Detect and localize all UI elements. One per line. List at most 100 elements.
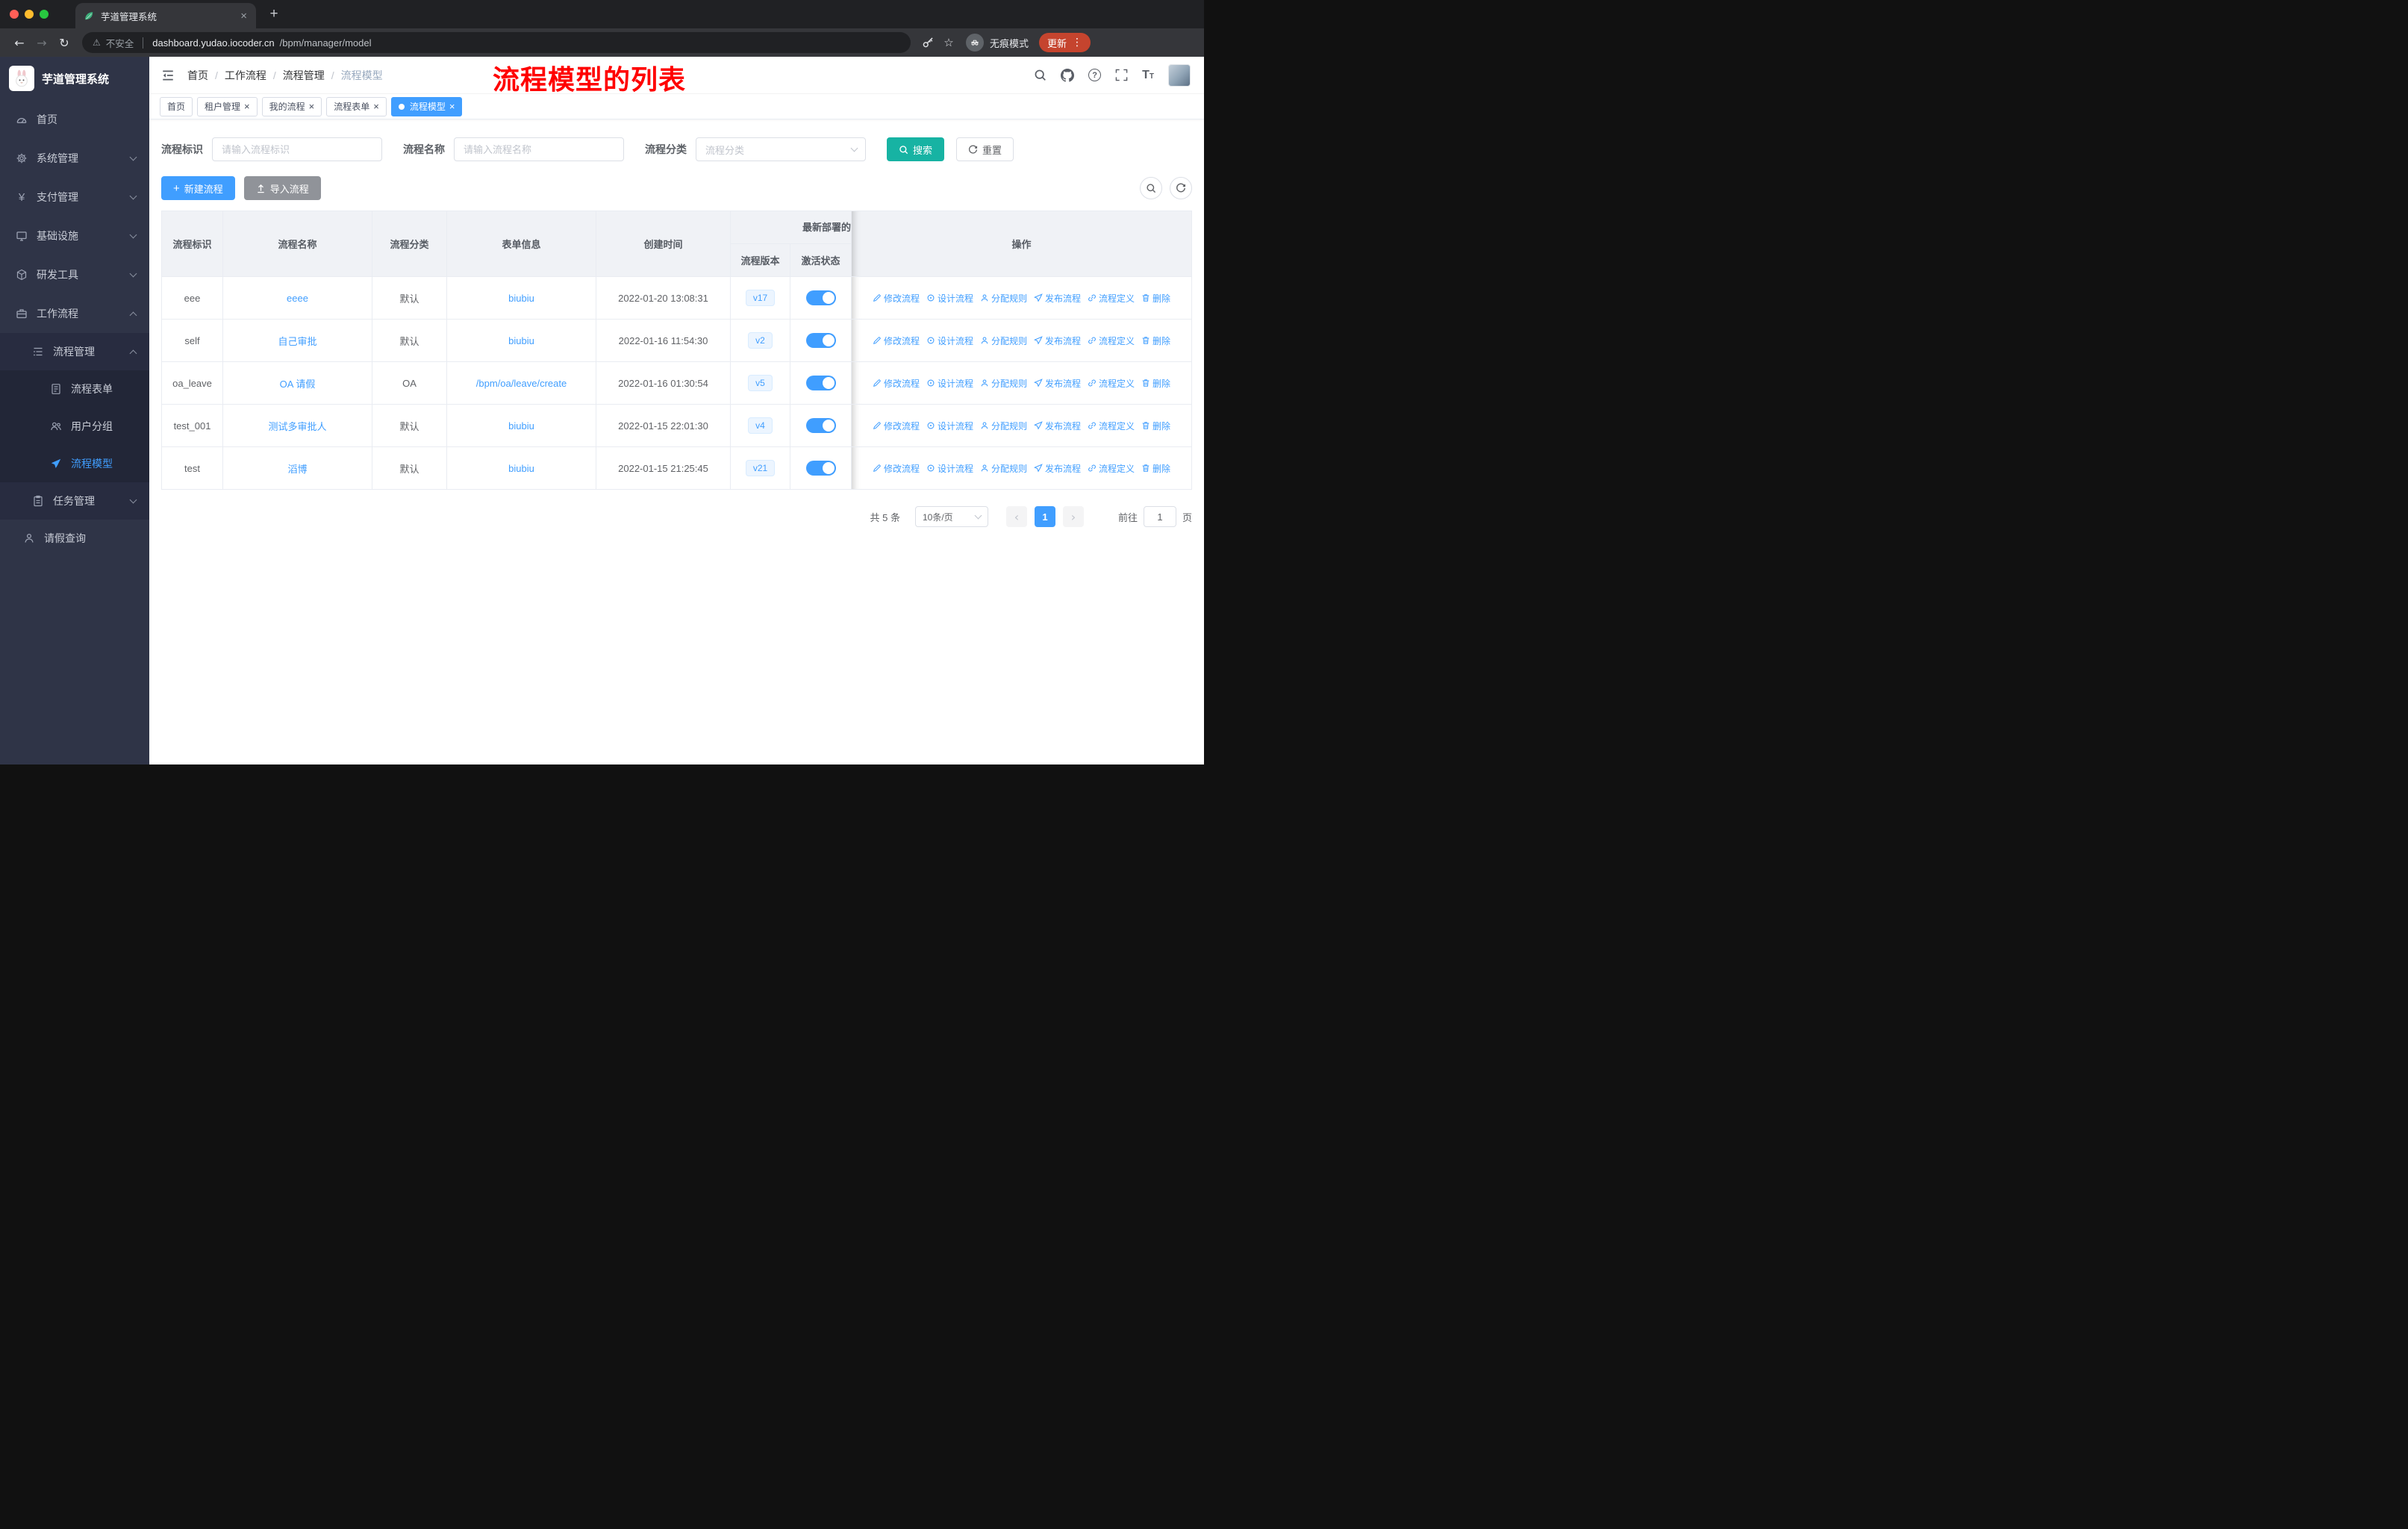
action-design-process[interactable]: 设计流程 bbox=[926, 377, 973, 390]
process-name-link[interactable]: 滔博 bbox=[287, 464, 307, 475]
action-edit-process[interactable]: 修改流程 bbox=[873, 420, 920, 432]
active-status-toggle[interactable] bbox=[805, 418, 836, 433]
active-status-toggle[interactable] bbox=[805, 333, 836, 348]
sidebar-item-home[interactable]: 首页 bbox=[0, 100, 149, 139]
github-icon[interactable] bbox=[1061, 68, 1075, 82]
breadcrumb-process-management[interactable]: 流程管理 bbox=[283, 68, 325, 83]
url-bar[interactable]: ⚠ 不安全 dashboard.yudao.iocoder.cn/bpm/man… bbox=[82, 32, 911, 53]
sidebar-collapse-icon[interactable] bbox=[161, 69, 175, 82]
sidebar-item-user-group[interactable]: 用户分组 bbox=[0, 408, 149, 445]
tag-tenant[interactable]: 租户管理 × bbox=[197, 96, 258, 116]
action-publish-process[interactable]: 发布流程 bbox=[1034, 292, 1081, 305]
action-process-definition[interactable]: 流程定义 bbox=[1088, 377, 1135, 390]
page-size-select[interactable]: 10条/页 bbox=[914, 506, 988, 527]
refresh-button[interactable] bbox=[1170, 177, 1192, 199]
process-name-link[interactable]: OA 请假 bbox=[280, 379, 316, 390]
import-process-button[interactable]: 导入流程 bbox=[243, 176, 321, 200]
user-avatar[interactable] bbox=[1168, 63, 1191, 87]
action-design-process[interactable]: 设计流程 bbox=[926, 292, 973, 305]
app-logo[interactable]: 芋道管理系统 bbox=[0, 57, 149, 100]
reload-button[interactable]: ↻ bbox=[54, 32, 75, 53]
breadcrumb-home[interactable]: 首页 bbox=[187, 68, 208, 83]
password-key-icon[interactable] bbox=[918, 33, 938, 52]
sidebar-item-payment[interactable]: ¥ 支付管理 bbox=[0, 178, 149, 217]
tab-close-icon[interactable]: × bbox=[239, 10, 249, 22]
action-assign-rule[interactable]: 分配规则 bbox=[980, 462, 1027, 475]
create-process-button[interactable]: + 新建流程 bbox=[161, 176, 235, 200]
active-status-toggle[interactable] bbox=[805, 290, 836, 305]
form-info-link[interactable]: biubiu bbox=[508, 420, 534, 432]
process-key-input[interactable] bbox=[212, 137, 382, 161]
action-delete[interactable]: 删除 bbox=[1141, 292, 1170, 305]
help-icon[interactable]: ? bbox=[1088, 69, 1102, 81]
search-button[interactable]: 搜索 bbox=[887, 137, 945, 161]
browser-menu-dots-icon[interactable]: ⋮ bbox=[1072, 37, 1082, 49]
breadcrumb-workflow[interactable]: 工作流程 bbox=[225, 68, 266, 83]
process-name-link[interactable]: 自己审批 bbox=[278, 336, 316, 347]
tag-process-form[interactable]: 流程表单 × bbox=[326, 96, 387, 116]
next-page-button[interactable]: › bbox=[1062, 506, 1084, 527]
action-design-process[interactable]: 设计流程 bbox=[926, 462, 973, 475]
action-process-definition[interactable]: 流程定义 bbox=[1088, 420, 1135, 432]
window-close-button[interactable] bbox=[10, 10, 19, 19]
sidebar-item-infrastructure[interactable]: 基础设施 bbox=[0, 217, 149, 255]
sidebar-item-devtools[interactable]: 研发工具 bbox=[0, 255, 149, 294]
action-publish-process[interactable]: 发布流程 bbox=[1034, 462, 1081, 475]
sidebar-item-leave-query[interactable]: 请假查询 bbox=[0, 520, 149, 557]
close-icon[interactable]: × bbox=[309, 102, 315, 111]
action-publish-process[interactable]: 发布流程 bbox=[1034, 334, 1081, 347]
tag-process-model[interactable]: 流程模型 × bbox=[390, 96, 463, 116]
action-edit-process[interactable]: 修改流程 bbox=[873, 462, 920, 475]
active-status-toggle[interactable] bbox=[805, 376, 836, 390]
action-assign-rule[interactable]: 分配规则 bbox=[980, 334, 1027, 347]
goto-page-input[interactable] bbox=[1143, 506, 1176, 527]
tag-home[interactable]: 首页 bbox=[160, 96, 193, 116]
search-icon[interactable] bbox=[1034, 69, 1047, 81]
tag-my-process[interactable]: 我的流程 × bbox=[261, 96, 322, 116]
action-delete[interactable]: 删除 bbox=[1141, 420, 1170, 432]
close-icon[interactable]: × bbox=[373, 102, 379, 111]
close-icon[interactable]: × bbox=[244, 102, 250, 111]
form-info-link[interactable]: biubiu bbox=[508, 293, 534, 304]
active-status-toggle[interactable] bbox=[805, 461, 836, 476]
action-publish-process[interactable]: 发布流程 bbox=[1034, 420, 1081, 432]
browser-tab[interactable]: 芋道管理系统 × bbox=[75, 3, 256, 28]
action-process-definition[interactable]: 流程定义 bbox=[1088, 462, 1135, 475]
process-name-link[interactable]: 测试多审批人 bbox=[268, 421, 326, 432]
action-delete[interactable]: 删除 bbox=[1141, 334, 1170, 347]
current-page-button[interactable]: 1 bbox=[1034, 506, 1055, 527]
form-info-link[interactable]: biubiu bbox=[508, 463, 534, 474]
back-button[interactable]: ← bbox=[9, 32, 30, 53]
action-publish-process[interactable]: 发布流程 bbox=[1034, 377, 1081, 390]
toggle-search-button[interactable] bbox=[1140, 177, 1162, 199]
sidebar-item-process-form[interactable]: 流程表单 bbox=[0, 370, 149, 408]
form-info-link[interactable]: biubiu bbox=[508, 335, 534, 346]
sidebar-item-process-model[interactable]: 流程模型 bbox=[0, 445, 149, 482]
category-select[interactable]: 流程分类 bbox=[696, 137, 866, 161]
window-zoom-button[interactable] bbox=[40, 10, 49, 19]
forward-button[interactable]: → bbox=[31, 32, 52, 53]
sidebar-item-system[interactable]: 系统管理 bbox=[0, 139, 149, 178]
update-button[interactable]: 更新 ⋮ bbox=[1039, 33, 1091, 52]
action-assign-rule[interactable]: 分配规则 bbox=[980, 420, 1027, 432]
fullscreen-icon[interactable] bbox=[1115, 69, 1128, 81]
close-icon[interactable]: × bbox=[449, 102, 455, 111]
action-delete[interactable]: 删除 bbox=[1141, 462, 1170, 475]
sidebar-item-task-management[interactable]: 任务管理 bbox=[0, 482, 149, 520]
process-name-input[interactable] bbox=[454, 137, 624, 161]
action-assign-rule[interactable]: 分配规则 bbox=[980, 292, 1027, 305]
action-edit-process[interactable]: 修改流程 bbox=[873, 377, 920, 390]
sidebar-item-workflow[interactable]: 工作流程 bbox=[0, 294, 149, 333]
prev-page-button[interactable]: ‹ bbox=[1005, 506, 1027, 527]
action-delete[interactable]: 删除 bbox=[1141, 377, 1170, 390]
new-tab-button[interactable]: + bbox=[263, 4, 284, 25]
form-info-link[interactable]: /bpm/oa/leave/create bbox=[476, 378, 567, 389]
action-design-process[interactable]: 设计流程 bbox=[926, 334, 973, 347]
action-process-definition[interactable]: 流程定义 bbox=[1088, 292, 1135, 305]
action-edit-process[interactable]: 修改流程 bbox=[873, 292, 920, 305]
action-assign-rule[interactable]: 分配规则 bbox=[980, 377, 1027, 390]
window-minimize-button[interactable] bbox=[25, 10, 34, 19]
bookmark-star-icon[interactable]: ☆ bbox=[939, 33, 958, 52]
action-edit-process[interactable]: 修改流程 bbox=[873, 334, 920, 347]
action-process-definition[interactable]: 流程定义 bbox=[1088, 334, 1135, 347]
